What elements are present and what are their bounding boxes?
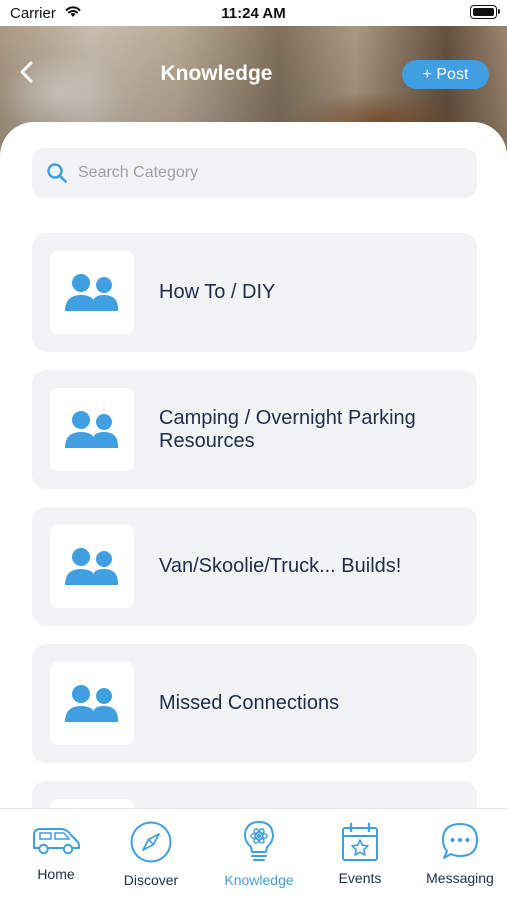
group-icon (65, 273, 118, 311)
category-card-camping[interactable]: Camping / Overnight Parking Resources (32, 370, 477, 489)
category-card-builds[interactable]: Van/Skoolie/Truck... Builds! (32, 507, 477, 626)
tab-bar: Home Discover Knowledge Events Messaging (0, 808, 507, 900)
category-label: Camping / Overnight Parking Resources (159, 406, 416, 452)
category-list: How To / DIY Camping / Overnight Parking… (32, 233, 477, 900)
van-icon (33, 828, 80, 855)
category-label: Missed Connections (159, 692, 340, 714)
tab-label: Events (338, 870, 382, 886)
group-icon (65, 684, 118, 722)
tab-label: Home (37, 866, 75, 882)
category-icon-box (50, 662, 134, 745)
tab-label: Discover (123, 872, 179, 888)
battery-icon (470, 5, 500, 19)
search-bar[interactable] (32, 148, 477, 198)
group-icon (65, 410, 118, 448)
page-title: Knowledge (160, 62, 273, 85)
search-icon (47, 163, 67, 183)
chat-bubble-icon (442, 823, 478, 859)
compass-icon (130, 821, 172, 863)
clock: 11:24 AM (221, 5, 286, 22)
search-input[interactable] (78, 148, 458, 198)
content-sheet: How To / DIY Camping / Overnight Parking… (0, 122, 507, 900)
category-label: How To / DIY (159, 281, 276, 303)
category-icon-box (50, 388, 134, 471)
category-card-missed-connections[interactable]: Missed Connections (32, 644, 477, 763)
lightbulb-icon (244, 821, 274, 861)
tab-label: Knowledge (224, 872, 294, 888)
calendar-star-icon (342, 822, 378, 861)
tab-label: Messaging (426, 870, 494, 886)
tab-home[interactable]: Home (6, 809, 106, 900)
category-icon-box (50, 525, 134, 608)
tab-events[interactable]: Events (310, 809, 410, 900)
category-icon-box (50, 251, 134, 334)
group-icon (65, 547, 118, 585)
tab-messaging[interactable]: Messaging (410, 809, 507, 900)
category-card-how-to-diy[interactable]: How To / DIY (32, 233, 477, 352)
tab-discover[interactable]: Discover (101, 809, 201, 900)
post-button[interactable]: + Post (402, 60, 489, 89)
category-label: Van/Skoolie/Truck... Builds! (159, 555, 402, 577)
status-bar: Carrier 11:24 AM (0, 0, 507, 26)
tab-knowledge[interactable]: Knowledge (209, 809, 309, 900)
